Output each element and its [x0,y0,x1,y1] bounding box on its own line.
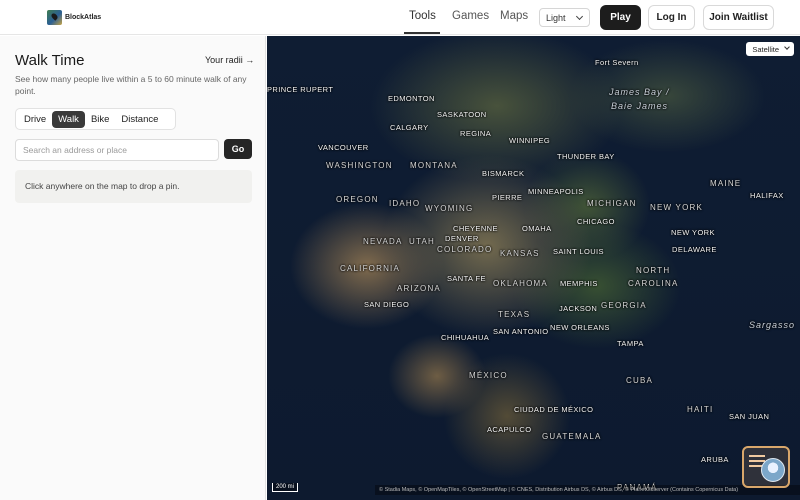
mode-distance[interactable]: Distance [115,111,164,128]
theme-select-value: Light [546,12,566,23]
map-label: NORTH [636,266,671,275]
map-label: SAN ANTONIO [493,327,549,336]
nav-maps[interactable]: Maps [500,10,528,22]
map-label: MÉXICO [469,371,508,380]
map-label: James Bay / [609,87,670,97]
map-label: VANCOUVER [318,143,369,152]
nav-games[interactable]: Games [452,10,489,22]
map-label: MICHIGAN [587,199,637,208]
map-label: SAN DIEGO [364,300,410,309]
map-label: SAINT LOUIS [553,247,604,256]
travel-mode-tabs: Drive Walk Bike Distance [15,108,176,130]
chevron-down-icon [575,12,584,21]
map-label: CHIHUAHUA [441,333,490,342]
walk-time-panel: Walk Time Your radii → See how many peop… [0,36,266,500]
map-label: WINNIPEG [509,136,551,145]
mode-walk[interactable]: Walk [52,110,85,128]
map-label: OREGON [336,195,379,204]
chevron-down-icon [784,44,790,50]
map-label: OKLAHOMA [493,279,548,288]
map-label: TAMPA [617,339,644,348]
map-label: MAINE [710,179,742,188]
map-label: CIUDAD DE MÉXICO [514,405,594,414]
brand[interactable]: BlockAtlas [47,10,101,25]
map-hint: Click anywhere on the map to drop a pin. [15,170,252,203]
map-scale: 200 mi [272,483,298,492]
map-label: PRINCE RUPERT [267,85,334,94]
map-label: MONTANA [410,161,458,170]
map-label: CHICAGO [577,217,615,226]
map-label: NEVADA [363,237,403,246]
map-label: ARIZONA [397,284,441,293]
map-label: ARUBA [701,455,729,464]
map-label: Baie James [611,101,669,111]
globe-icon [761,458,785,482]
map-layer-toggle[interactable]: Satellite [746,42,794,56]
map-label: REGINA [460,129,492,138]
map-label: Sargasso [749,320,796,330]
theme-select[interactable]: Light [539,8,590,27]
map-labels: Fort Severn James Bay / Baie James PRINC… [267,36,800,500]
map-label: SASKATOON [437,110,487,119]
address-search-input[interactable] [15,139,219,161]
map-label: NEW ORLEANS [550,323,610,332]
mode-drive[interactable]: Drive [18,111,52,128]
satellite-map[interactable]: Fort Severn James Bay / Baie James PRINC… [267,36,800,500]
assistant-widget[interactable] [742,446,790,488]
play-button[interactable]: Play [600,5,641,30]
map-pin-logo-icon [47,10,62,25]
map-label: BISMARCK [482,169,525,178]
your-radii-link[interactable]: Your radii → [205,55,254,65]
map-label: TEXAS [498,310,531,319]
map-label: KANSAS [500,249,540,258]
map-label: Fort Severn [595,58,639,67]
nav-tools[interactable]: Tools [409,10,436,22]
map-label: WYOMING [425,204,474,213]
map-label: OMAHA [522,224,552,233]
map-label: UTAH [409,237,435,246]
map-label: HALIFAX [750,191,784,200]
map-label: EDMONTON [388,94,435,103]
map-label: DELAWARE [672,245,717,254]
map-layer-label: Satellite [752,44,779,54]
map-label: GUATEMALA [542,432,602,441]
panel-title: Walk Time [15,52,85,69]
map-label: HAITI [687,405,714,414]
map-label: CHEYENNE [453,224,498,233]
map-label: CAROLINA [628,279,679,288]
map-label: SAN JUAN [729,412,770,421]
login-button[interactable]: Log In [648,5,695,30]
map-label: CALGARY [390,123,429,132]
map-label: PIERRE [492,193,523,202]
map-label: GEORGIA [601,301,647,310]
map-label: NEW YORK [671,228,715,237]
panel-description: See how many people live within a 5 to 6… [15,74,247,96]
join-waitlist-button[interactable]: Join Waitlist [703,5,774,30]
map-label: SANTA FE [447,274,486,283]
map-label: ACAPULCO [487,425,532,434]
map-label: NEW YORK [650,203,704,212]
map-label: MEMPHIS [560,279,598,288]
map-label: MINNEAPOLIS [528,187,584,196]
top-nav: BlockAtlas Tools Games Maps Light Play L… [0,0,800,35]
brand-name: BlockAtlas [65,14,102,21]
map-label: WASHINGTON [326,161,393,170]
map-label: DENVER [445,234,479,243]
map-label: JACKSON [559,304,598,313]
map-label: IDAHO [389,199,421,208]
map-label: THUNDER BAY [557,152,615,161]
map-label: CALIFORNIA [340,264,401,273]
map-label: CUBA [626,376,654,385]
map-label: COLORADO [437,245,493,254]
map-attribution[interactable]: © Stadia Maps, © OpenMapTiles, © OpenStr… [375,485,800,495]
mode-bike[interactable]: Bike [85,111,115,128]
nav-active-indicator [404,32,440,34]
go-button[interactable]: Go [224,139,252,159]
